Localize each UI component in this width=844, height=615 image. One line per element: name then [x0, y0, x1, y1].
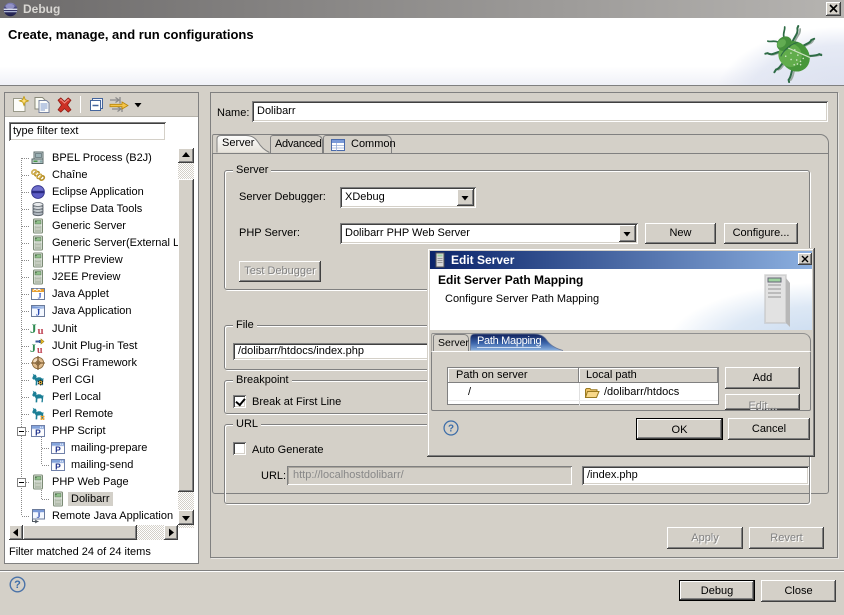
svg-text:?: ?	[448, 423, 454, 434]
svg-text:?: ?	[14, 579, 21, 591]
